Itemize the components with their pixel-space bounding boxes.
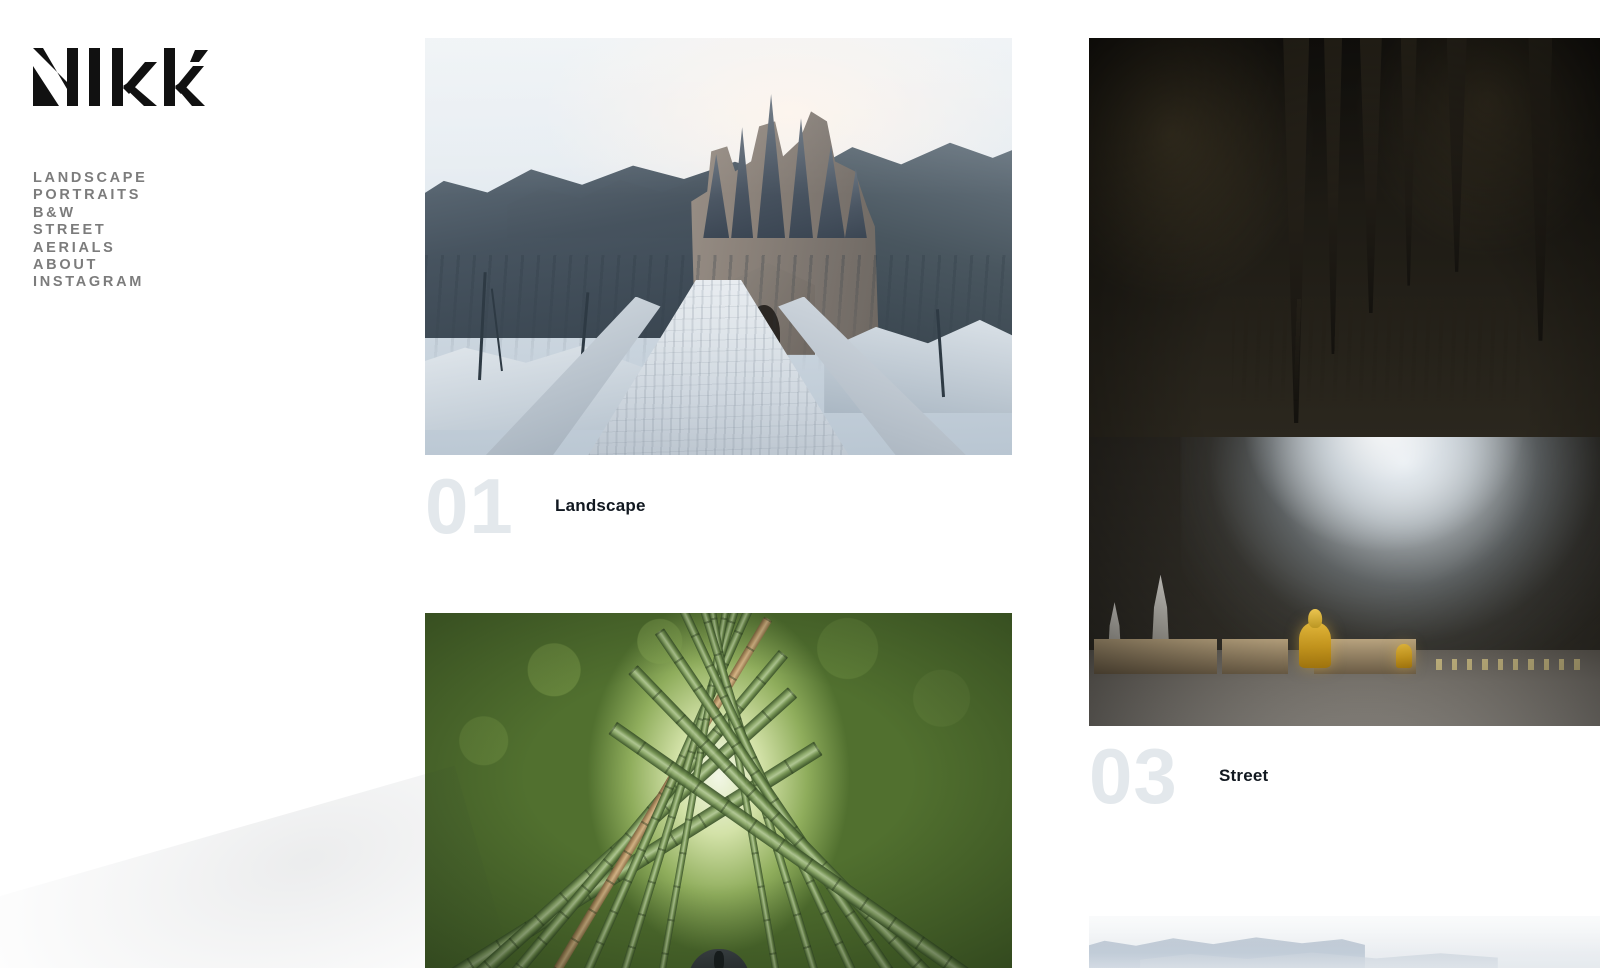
gallery-label-01[interactable]: Landscape bbox=[555, 496, 646, 516]
photo-misty-hills[interactable] bbox=[1089, 916, 1600, 968]
portfolio-page: LANDSCAPE PORTRAITS B&W STREET AERIALS A… bbox=[0, 0, 1600, 968]
stalactite-fringe bbox=[1232, 299, 1529, 410]
castle-spires bbox=[683, 88, 883, 239]
photo-gallery: 01 Landscape 03 Street bbox=[0, 0, 1600, 968]
gallery-number-03: 03 bbox=[1089, 732, 1178, 820]
gallery-item-01[interactable] bbox=[425, 38, 1012, 455]
photo-cave-temple[interactable] bbox=[1089, 38, 1600, 726]
gallery-label-03[interactable]: Street bbox=[1219, 766, 1268, 786]
buddha-head bbox=[1307, 609, 1322, 629]
gallery-item-02[interactable] bbox=[425, 613, 1012, 968]
golden-buddha-statue-small bbox=[1395, 644, 1412, 668]
gallery-item-04[interactable] bbox=[1089, 916, 1600, 968]
gallery-item-03[interactable] bbox=[1089, 38, 1600, 726]
photo-landscape-castle[interactable] bbox=[425, 38, 1012, 455]
caption-01: 01 Landscape bbox=[425, 462, 646, 550]
gallery-number-01: 01 bbox=[425, 462, 514, 550]
fedora-hat bbox=[660, 929, 778, 968]
fog-overlay bbox=[1089, 916, 1600, 968]
shrine-table bbox=[1221, 638, 1289, 675]
caption-03: 03 Street bbox=[1089, 732, 1268, 820]
shrine-table bbox=[1094, 638, 1217, 675]
golden-buddha-statue bbox=[1298, 609, 1332, 668]
photo-bamboo-forest[interactable] bbox=[425, 613, 1012, 968]
hat-crease bbox=[713, 950, 724, 968]
